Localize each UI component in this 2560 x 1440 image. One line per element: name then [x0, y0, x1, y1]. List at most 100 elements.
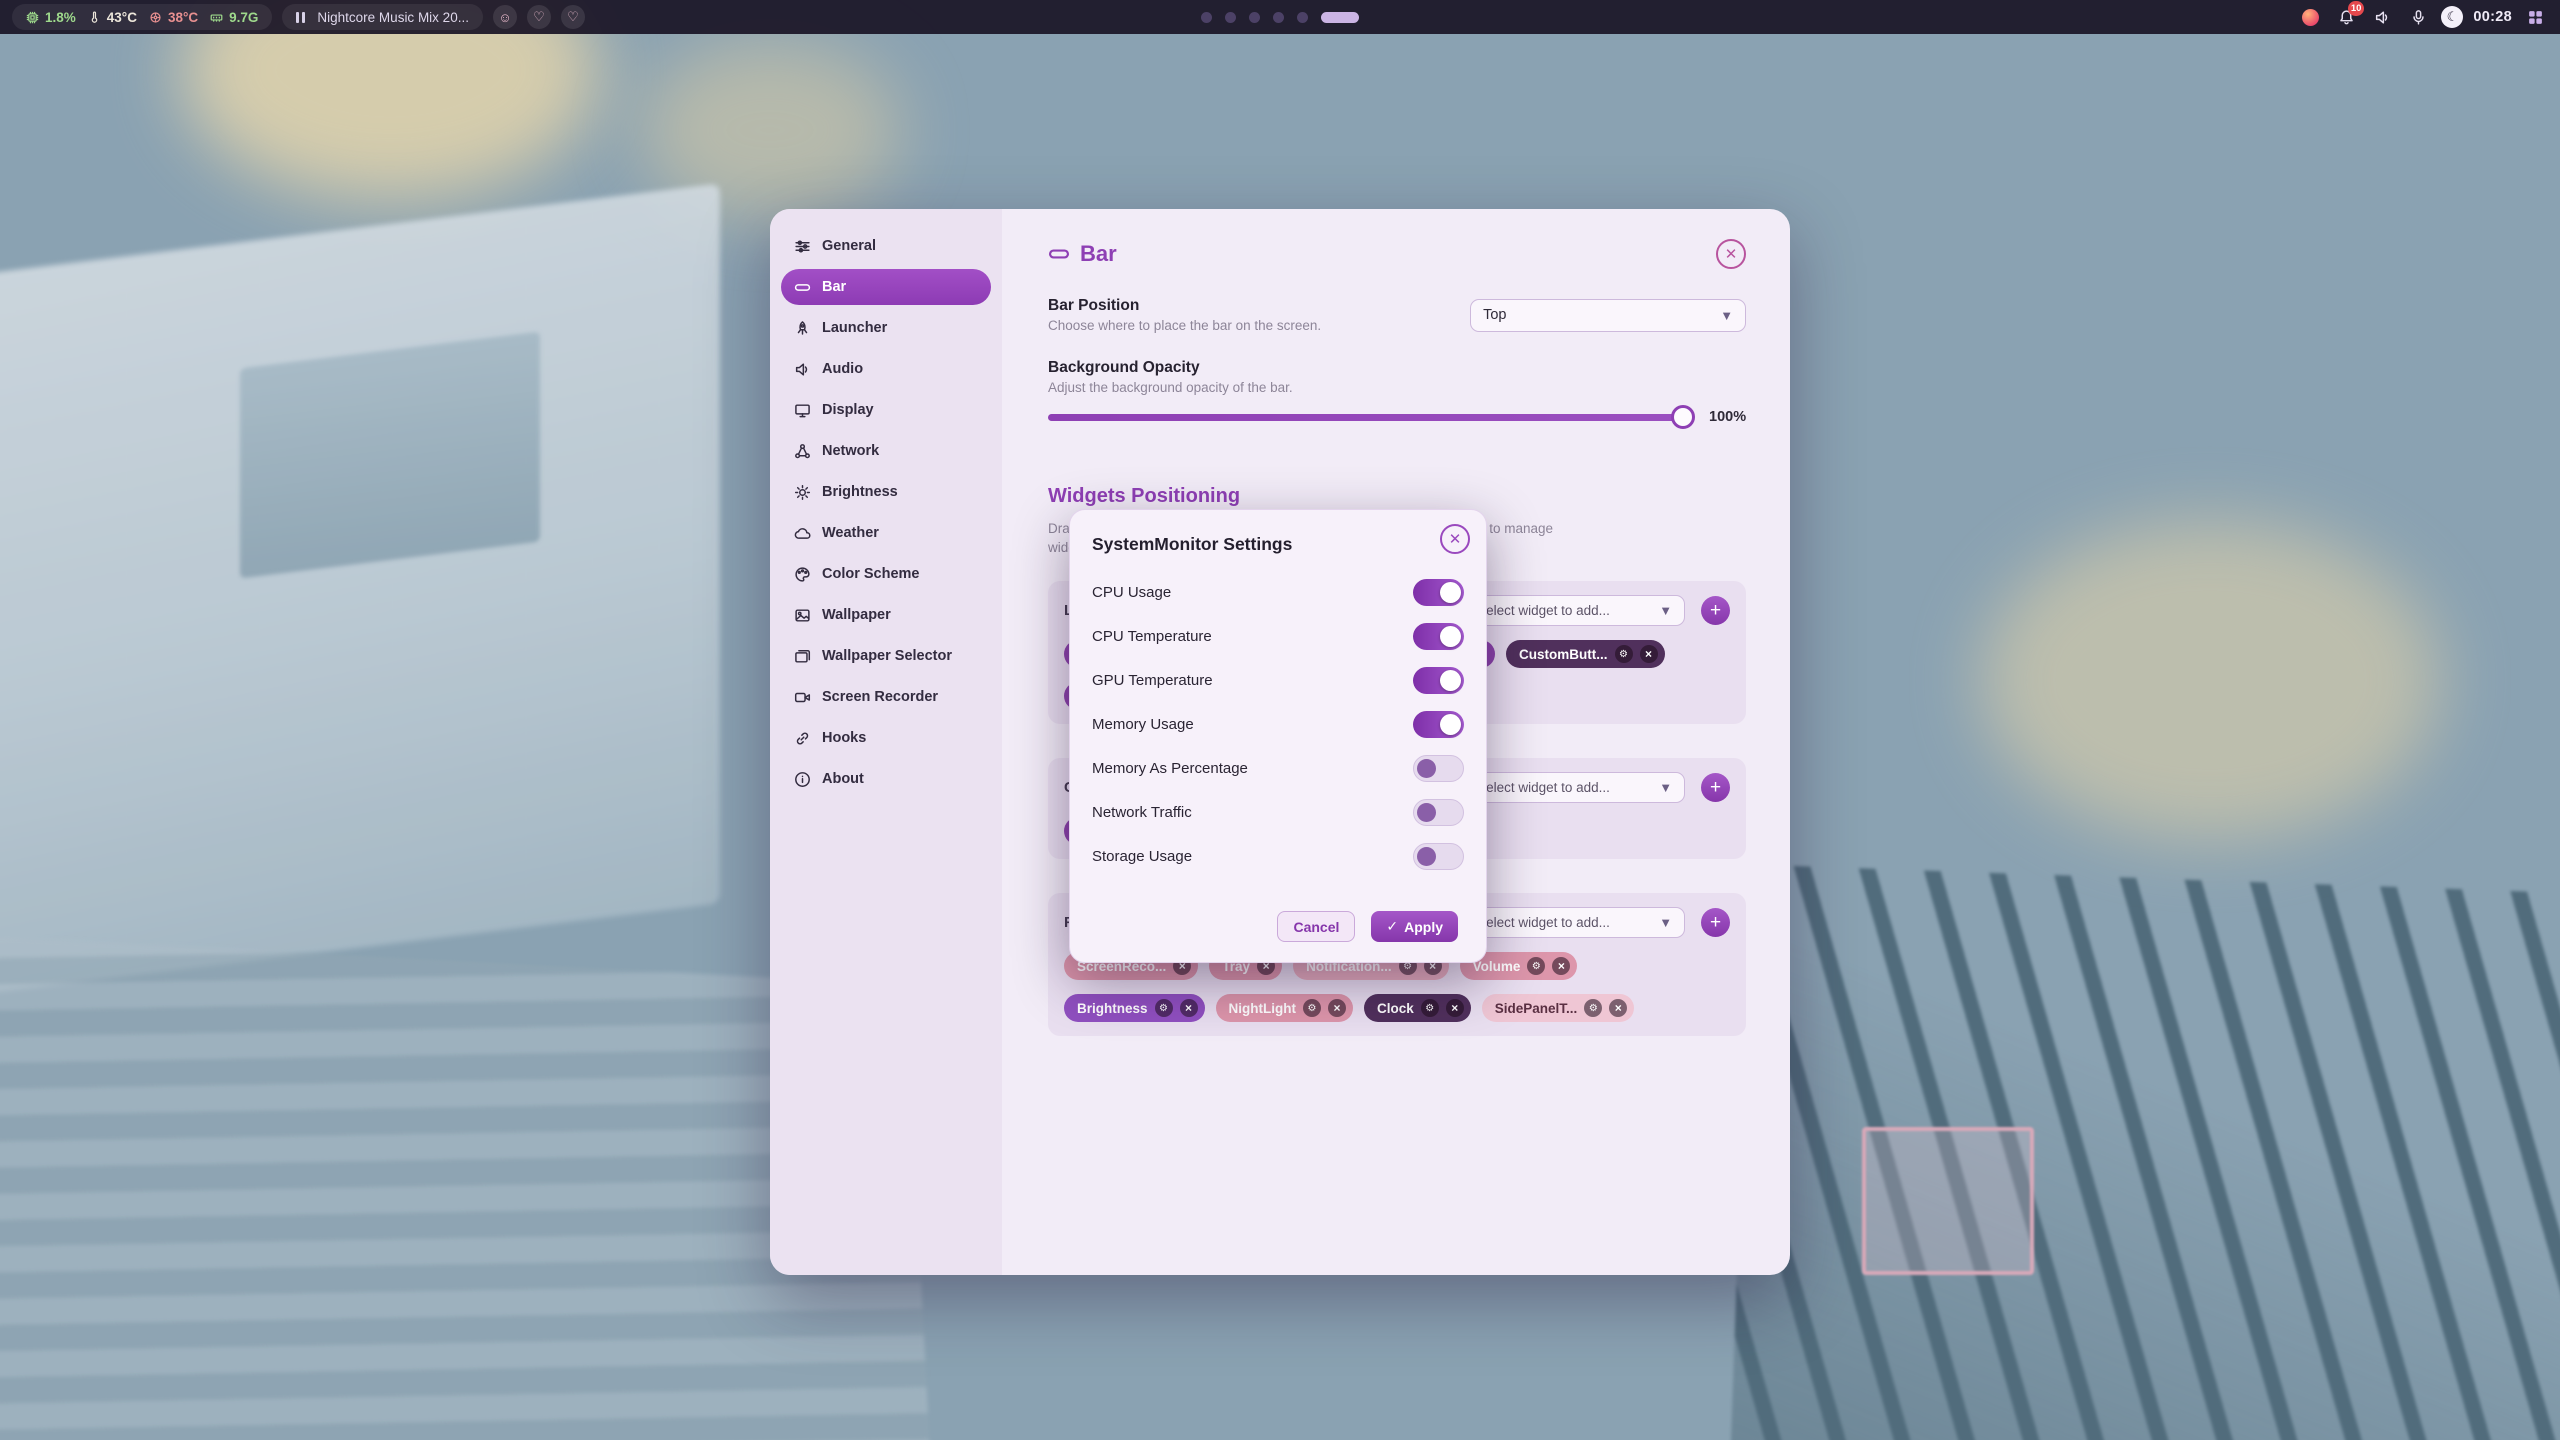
apply-button[interactable]: ✓ Apply — [1371, 911, 1458, 942]
heart-alt-button[interactable]: ♡ — [561, 5, 585, 29]
sidebar-label: Color Scheme — [822, 566, 920, 582]
media-player-widget[interactable]: Nightcore Music Mix 20... — [282, 4, 483, 30]
chip-remove-icon[interactable]: × — [1446, 999, 1464, 1017]
clock: 00:28 — [2473, 9, 2512, 25]
opacity-slider[interactable] — [1048, 414, 1693, 421]
chip-gear-icon[interactable]: ⚙ — [1155, 999, 1173, 1017]
bar-position-dropdown[interactable]: Top ▼ — [1470, 299, 1746, 332]
memory-stat: 9.7G — [210, 10, 258, 25]
widget-chip-nightlight[interactable]: NightLight ⚙ × — [1216, 994, 1353, 1022]
chip-gear-icon[interactable]: ⚙ — [1615, 645, 1633, 663]
page-title: Bar — [1048, 241, 1117, 267]
sidebar-item-color-scheme[interactable]: Color Scheme — [781, 556, 991, 592]
sidebar-item-hooks[interactable]: Hooks — [781, 720, 991, 756]
toggle-label-cpu-temperature: CPU Temperature — [1092, 628, 1212, 645]
toggle-label-gpu-temperature: GPU Temperature — [1092, 672, 1213, 689]
color-app-button[interactable] — [2297, 4, 2323, 30]
sidebar-item-brightness[interactable]: Brightness — [781, 474, 991, 510]
toggle-gpu-temperature[interactable] — [1413, 667, 1464, 694]
workspace-dot-5[interactable] — [1297, 12, 1308, 23]
background-opacity-label: Background Opacity — [1048, 359, 1746, 377]
workspace-dot-4[interactable] — [1273, 12, 1284, 23]
toggle-memory-as-percentage[interactable] — [1413, 755, 1464, 782]
widget-chip-clock[interactable]: Clock ⚙ × — [1364, 994, 1471, 1022]
opacity-value: 100% — [1709, 409, 1746, 425]
settings-sidebar: General Bar Launcher Audio Display Netwo… — [770, 209, 1002, 1275]
link-icon — [794, 730, 811, 747]
cpu-usage-stat: 1.8% — [26, 10, 76, 25]
center-add-widget-button[interactable]: + — [1701, 773, 1730, 802]
widget-chip-brightness[interactable]: Brightness ⚙ × — [1064, 994, 1205, 1022]
sidebar-label: Network — [822, 443, 879, 459]
system-stats-widget[interactable]: 1.8% 43°C 38°C 9.7G — [12, 4, 272, 30]
volume-button[interactable] — [2369, 4, 2395, 30]
workspace-indicator — [1201, 0, 1359, 34]
workspace-dot-3[interactable] — [1249, 12, 1260, 23]
widget-chip-custombutton[interactable]: CustomButt... ⚙ × — [1506, 640, 1665, 668]
toggle-cpu-temperature[interactable] — [1413, 623, 1464, 650]
chip-remove-icon[interactable]: × — [1552, 957, 1570, 975]
dialog-title: SystemMonitor Settings — [1092, 534, 1464, 555]
building-window-shape — [240, 332, 540, 579]
widgets-positioning-title: Widgets Positioning — [1048, 485, 1746, 508]
sidebar-item-network[interactable]: Network — [781, 433, 991, 469]
emoji-button[interactable]: ☺ — [493, 5, 517, 29]
app-grid-button[interactable] — [2522, 4, 2548, 30]
heart-button[interactable]: ♡ — [527, 5, 551, 29]
night-light-button[interactable]: ☾ — [2441, 6, 2463, 28]
workspace-dot-2[interactable] — [1225, 12, 1236, 23]
sidebar-item-audio[interactable]: Audio — [781, 351, 991, 387]
sidebar-item-display[interactable]: Display — [781, 392, 991, 428]
opacity-slider-knob[interactable] — [1671, 405, 1695, 429]
left-add-widget-button[interactable]: + — [1701, 596, 1730, 625]
sidebar-item-weather[interactable]: Weather — [781, 515, 991, 551]
sidebar-label: Hooks — [822, 730, 866, 746]
background-opacity-description: Adjust the background opacity of the bar… — [1048, 380, 1746, 395]
image-icon — [794, 607, 811, 624]
widget-chip-sidepanel[interactable]: SidePanelT... ⚙ × — [1482, 994, 1635, 1022]
cloud-icon — [794, 525, 811, 542]
chip-remove-icon[interactable]: × — [1180, 999, 1198, 1017]
sidebar-item-bar[interactable]: Bar — [781, 269, 991, 305]
notifications-button[interactable]: 10 — [2333, 4, 2359, 30]
left-widget-add-dropdown[interactable]: Select widget to add... ▼ — [1464, 595, 1685, 626]
chip-remove-icon[interactable]: × — [1640, 645, 1658, 663]
gpu-temp-stat: 38°C — [149, 10, 198, 25]
close-dialog-button[interactable]: ✕ — [1440, 524, 1470, 554]
chip-gear-icon[interactable]: ⚙ — [1527, 957, 1545, 975]
chip-gear-icon[interactable]: ⚙ — [1303, 999, 1321, 1017]
chip-remove-icon[interactable]: × — [1609, 999, 1627, 1017]
sidebar-item-general[interactable]: General — [781, 228, 991, 264]
systemmonitor-settings-dialog: SystemMonitor Settings ✕ CPU Usage CPU T… — [1069, 509, 1487, 963]
info-icon — [794, 771, 811, 788]
microphone-button[interactable] — [2405, 4, 2431, 30]
center-widget-add-dropdown[interactable]: Select widget to add... ▼ — [1464, 772, 1685, 803]
close-settings-button[interactable]: ✕ — [1716, 239, 1746, 269]
top-bar: 1.8% 43°C 38°C 9.7G Nightcore Music Mix … — [0, 0, 2560, 34]
sidebar-item-wallpaper[interactable]: Wallpaper — [781, 597, 991, 633]
sidebar-label: Audio — [822, 361, 863, 377]
bar-position-label: Bar Position — [1048, 297, 1321, 315]
chevron-down-icon: ▼ — [1659, 603, 1672, 618]
toggle-cpu-usage[interactable] — [1413, 579, 1464, 606]
chip-gear-icon[interactable]: ⚙ — [1421, 999, 1439, 1017]
cpu-temp-stat: 43°C — [88, 10, 137, 25]
sidebar-item-launcher[interactable]: Launcher — [781, 310, 991, 346]
toggle-memory-usage[interactable] — [1413, 711, 1464, 738]
chip-remove-icon[interactable]: × — [1328, 999, 1346, 1017]
sidebar-item-about[interactable]: About — [781, 761, 991, 797]
toggle-network-traffic[interactable] — [1413, 799, 1464, 826]
right-add-widget-button[interactable]: + — [1701, 908, 1730, 937]
chip-gear-icon[interactable]: ⚙ — [1584, 999, 1602, 1017]
toggle-list: CPU Usage CPU Temperature GPU Temperatur… — [1092, 579, 1464, 870]
sidebar-item-wallpaper-selector[interactable]: Wallpaper Selector — [781, 638, 991, 674]
notification-badge: 10 — [2348, 1, 2365, 16]
right-widget-add-dropdown[interactable]: Select widget to add... ▼ — [1464, 907, 1685, 938]
bar-position-value: Top — [1483, 307, 1506, 323]
sidebar-item-screen-recorder[interactable]: Screen Recorder — [781, 679, 991, 715]
toggle-label-memory-usage: Memory Usage — [1092, 716, 1194, 733]
toggle-storage-usage[interactable] — [1413, 843, 1464, 870]
workspace-dot-1[interactable] — [1201, 12, 1212, 23]
workspace-active-pill[interactable] — [1321, 12, 1359, 23]
cancel-button[interactable]: Cancel — [1277, 911, 1355, 942]
